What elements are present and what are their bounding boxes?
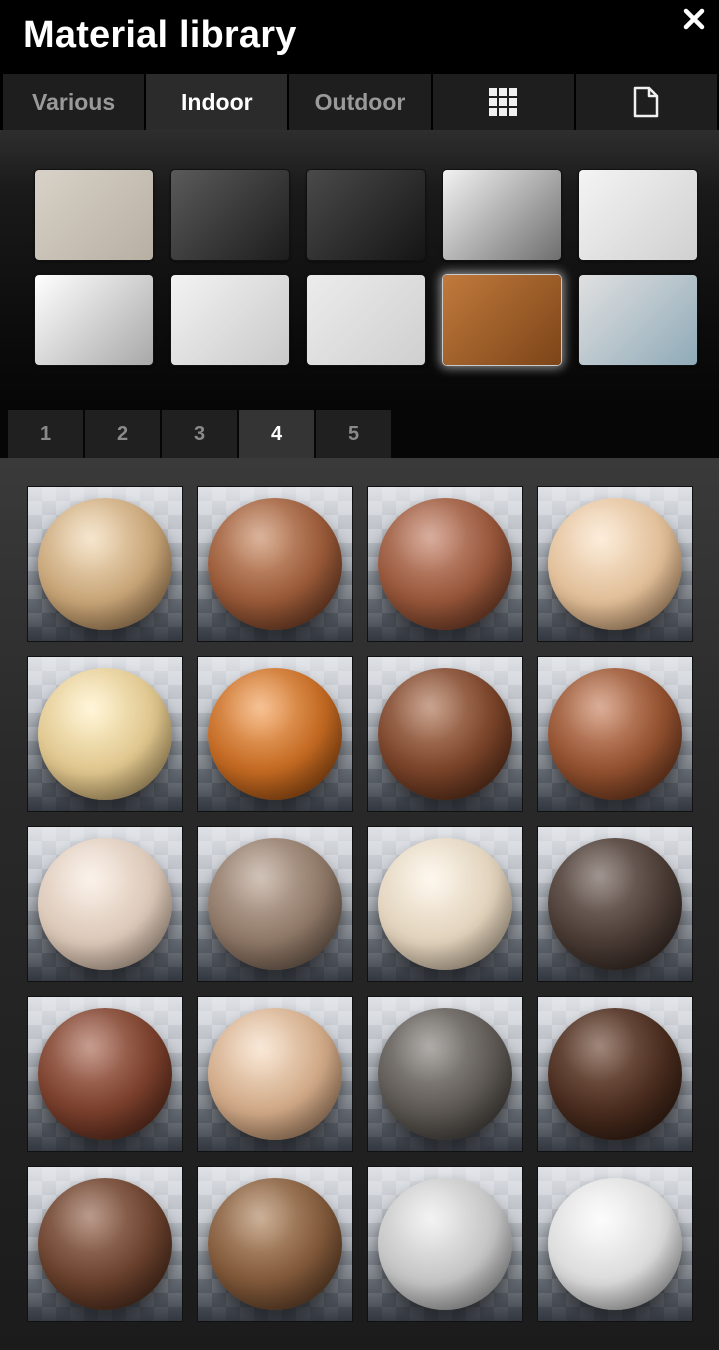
page-tab-4[interactable]: 4 — [239, 410, 314, 458]
sphere-highlight — [548, 1008, 682, 1140]
sphere-highlight — [548, 838, 682, 970]
material-white-brick[interactable] — [538, 1167, 692, 1321]
material-grid — [0, 458, 719, 1350]
tab-indoor[interactable]: Indoor — [146, 74, 288, 130]
panel-title: Material library — [23, 14, 297, 56]
sphere-highlight — [208, 498, 342, 630]
material-orange-oak[interactable] — [198, 657, 352, 811]
texture-oak-wood[interactable] — [443, 275, 561, 365]
material-white-stone[interactable] — [368, 1167, 522, 1321]
sphere-highlight — [548, 668, 682, 800]
sphere-highlight — [378, 1178, 512, 1310]
texture-black-leather[interactable] — [307, 170, 425, 260]
sphere-highlight — [378, 668, 512, 800]
material-cream-ash[interactable] — [28, 827, 182, 981]
material-brown-oak[interactable] — [538, 657, 692, 811]
page-tab-3[interactable]: 3 — [162, 410, 237, 458]
sphere-highlight — [38, 668, 172, 800]
material-dark-walnut[interactable] — [368, 657, 522, 811]
sphere-highlight — [208, 1178, 342, 1310]
texture-white-tiles[interactable] — [307, 275, 425, 365]
material-espresso[interactable] — [538, 827, 692, 981]
material-ivory-wood[interactable] — [368, 827, 522, 981]
tab-outdoor[interactable]: Outdoor — [289, 74, 431, 130]
tab-grid-view[interactable] — [432, 74, 574, 130]
sphere-highlight — [38, 1178, 172, 1310]
material-library-panel: Material library Various Indoor Outdoor — [0, 0, 719, 1350]
material-cherry-parquet[interactable] — [368, 487, 522, 641]
material-light-maple[interactable] — [28, 487, 182, 641]
texture-white-marble[interactable] — [171, 275, 289, 365]
sphere-highlight — [208, 668, 342, 800]
sphere-highlight — [208, 1008, 342, 1140]
sphere-highlight — [38, 1008, 172, 1140]
grid-icon — [489, 88, 518, 116]
sphere-highlight — [38, 498, 172, 630]
page-tab-5[interactable]: 5 — [316, 410, 391, 458]
material-pale-maple[interactable] — [538, 487, 692, 641]
page-tabs: 1 2 3 4 5 — [0, 408, 719, 458]
sphere-highlight — [208, 838, 342, 970]
title-bar: Material library — [0, 0, 719, 74]
document-icon — [633, 86, 659, 118]
material-slate-grey[interactable] — [368, 997, 522, 1151]
sphere-highlight — [548, 1178, 682, 1310]
texture-dark-glass[interactable] — [171, 170, 289, 260]
texture-swatches — [0, 130, 719, 408]
sphere-highlight — [378, 498, 512, 630]
close-icon[interactable] — [681, 6, 707, 32]
material-grey-oak[interactable] — [198, 827, 352, 981]
material-birch-parquet[interactable] — [28, 657, 182, 811]
material-walnut-parquet[interactable] — [198, 487, 352, 641]
page-tab-2[interactable]: 2 — [85, 410, 160, 458]
texture-stucco-white[interactable] — [579, 170, 697, 260]
tab-various[interactable]: Various — [3, 74, 145, 130]
material-old-walnut[interactable] — [28, 1167, 182, 1321]
material-smoked-oak[interactable] — [538, 997, 692, 1151]
tab-document[interactable] — [575, 74, 718, 130]
material-mahogany[interactable] — [28, 997, 182, 1151]
sphere-highlight — [38, 838, 172, 970]
texture-white-gloss[interactable] — [35, 275, 153, 365]
category-tabs: Various Indoor Outdoor — [3, 74, 719, 130]
material-cork[interactable] — [198, 1167, 352, 1321]
texture-brushed-metal[interactable] — [443, 170, 561, 260]
page-tab-1[interactable]: 1 — [8, 410, 83, 458]
sphere-highlight — [378, 838, 512, 970]
material-honey-pine[interactable] — [198, 997, 352, 1151]
sphere-highlight — [378, 1008, 512, 1140]
texture-curtain[interactable] — [579, 275, 697, 365]
sphere-highlight — [548, 498, 682, 630]
texture-fabric[interactable] — [35, 170, 153, 260]
